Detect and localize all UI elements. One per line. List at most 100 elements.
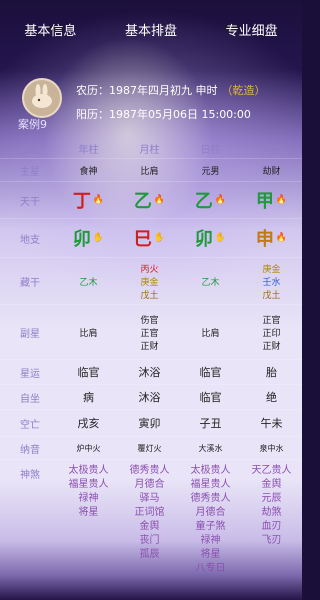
shensha-item: 福星贵人 bbox=[190, 479, 231, 490]
shensha-item: 飞刃 bbox=[261, 535, 282, 546]
dizhi-char: 申 🔥 bbox=[255, 229, 288, 250]
canggan-item: 戊土 bbox=[140, 290, 159, 301]
dizhi-cell: 卯 ✋ bbox=[180, 225, 241, 251]
row-label-date: 日期 bbox=[20, 144, 40, 156]
tiangan-char: 丁 🔥 bbox=[72, 191, 105, 212]
fire-icon: 🔥 bbox=[275, 233, 288, 243]
shensha-item: 驿马 bbox=[139, 493, 160, 504]
fuxing-cell: 比肩 bbox=[180, 326, 241, 339]
canggan-cell: 丙火 庚金 戊土 bbox=[119, 262, 180, 301]
nayin-cell: 大溪水 bbox=[198, 443, 223, 453]
shensha-cell: 太极贵人 福星贵人 禄神 将星 bbox=[58, 464, 119, 520]
xingyun-row: 星运 临官 沐浴 临官 胎 bbox=[0, 360, 302, 385]
canggan-item: 丙火 bbox=[140, 264, 159, 275]
dizhi-cell: 巳 ✋ bbox=[119, 225, 180, 251]
tiangan-cell: 乙 🔥 bbox=[180, 187, 241, 213]
tab-basic-chart[interactable]: 基本排盘 bbox=[119, 20, 183, 39]
dizhi-cell: 申 🔥 bbox=[241, 225, 302, 251]
column-hour: 时柱 bbox=[261, 144, 282, 156]
fuxing-cell: 正官 正印 正财 bbox=[241, 313, 302, 352]
kongwang-cell: 戌亥 bbox=[77, 417, 100, 430]
fuxing-item: 伤官 bbox=[140, 315, 159, 326]
zizuo-cell: 绝 bbox=[266, 391, 277, 404]
column-month: 月柱 bbox=[139, 144, 160, 156]
main-star-cell: 劫财 bbox=[262, 166, 281, 177]
column-day: 日柱 bbox=[200, 144, 221, 156]
main-star-row: 主星 食神 比肩 元男 劫财 bbox=[0, 159, 302, 182]
shensha-item: 将星 bbox=[78, 507, 99, 518]
avatar[interactable] bbox=[22, 78, 62, 118]
dizhi-row: 地支 卯 ✋ 巳 ✋ 卯 ✋ 申 🔥 bbox=[0, 219, 302, 258]
shensha-item: 福星贵人 bbox=[68, 479, 109, 490]
shensha-item: 劫煞 bbox=[261, 507, 282, 518]
shensha-item: 正词馆 bbox=[134, 507, 165, 518]
fire-icon: 🔥 bbox=[153, 195, 166, 205]
main-star-cell: 比肩 bbox=[140, 166, 159, 177]
nayin-cell: 覆灯火 bbox=[137, 443, 162, 453]
solar-date-line: 阳历：1987年05月06日 15:00:00 bbox=[76, 108, 251, 121]
tab-pro-chart[interactable]: 专业细盘 bbox=[220, 20, 284, 39]
dizhi-char: 巳 ✋ bbox=[133, 229, 166, 250]
fuxing-item: 正官 bbox=[140, 328, 159, 339]
shensha-item: 太极贵人 bbox=[190, 465, 231, 476]
tiangan-cell: 丁 🔥 bbox=[58, 187, 119, 213]
fuxing-item: 正官 bbox=[262, 315, 281, 326]
column-year: 年柱 bbox=[78, 144, 99, 156]
dizhi-char: 卯 ✋ bbox=[72, 229, 105, 250]
shensha-item: 血刃 bbox=[261, 521, 282, 532]
shensha-cell: 太极贵人 福星贵人 德秀贵人 月德合 童子煞 禄神 将星 八专日 bbox=[180, 464, 241, 576]
canggan-item: 乙木 bbox=[201, 277, 220, 288]
header-row: 日期 年柱 月柱 日柱 时柱 bbox=[0, 138, 302, 159]
shensha-item: 德秀贵人 bbox=[190, 493, 231, 504]
hand-icon: ✋ bbox=[214, 233, 227, 243]
fuxing-item: 正印 bbox=[262, 328, 281, 339]
row-label-main-star: 主星 bbox=[20, 166, 40, 178]
tab-basic-info[interactable]: 基本信息 bbox=[18, 20, 82, 39]
zizuo-cell: 临官 bbox=[199, 391, 222, 404]
fire-icon: 🔥 bbox=[275, 195, 288, 205]
shensha-item: 德秀贵人 bbox=[129, 465, 170, 476]
row-label-kongwang: 空亡 bbox=[20, 419, 40, 431]
kongwang-cell: 寅卯 bbox=[138, 417, 161, 430]
shensha-item: 太极贵人 bbox=[68, 465, 109, 476]
nayin-cell: 泉中水 bbox=[259, 443, 284, 453]
canggan-cell: 乙木 bbox=[180, 275, 241, 288]
shensha-cell: 德秀贵人 月德合 驿马 正词馆 金舆 丧门 孤辰 bbox=[119, 464, 180, 562]
case-label: 案例9 bbox=[18, 118, 47, 131]
case-header: 案例9 农历：1987年四月初九 申时 （乾造） 阳历：1987年05月06日 1… bbox=[0, 72, 302, 132]
row-label-nayin: 纳音 bbox=[20, 444, 40, 456]
fire-icon: 🔥 bbox=[92, 195, 105, 205]
canggan-cell: 乙木 bbox=[58, 275, 119, 288]
main-star-cell: 元男 bbox=[201, 166, 220, 177]
tiangan-char: 乙 🔥 bbox=[194, 191, 227, 212]
canggan-item: 壬水 bbox=[262, 277, 281, 288]
gender-tag: （乾造） bbox=[221, 84, 266, 97]
dizhi-cell: 卯 ✋ bbox=[58, 225, 119, 251]
shensha-item: 丧门 bbox=[139, 535, 160, 546]
fuxing-item: 比肩 bbox=[79, 328, 98, 339]
shensha-item: 将星 bbox=[200, 549, 221, 560]
kongwang-cell: 子丑 bbox=[199, 417, 222, 430]
fuxing-row: 副星 比肩 伤官 正官 正财 比肩 正官 正印 正财 bbox=[0, 305, 302, 360]
fuxing-cell: 伤官 正官 正财 bbox=[119, 313, 180, 352]
zizuo-cell: 病 bbox=[83, 391, 94, 404]
xingyun-cell: 临官 bbox=[199, 366, 222, 379]
shensha-item: 童子煞 bbox=[195, 521, 226, 532]
nayin-cell: 炉中火 bbox=[76, 443, 101, 453]
row-label-fuxing: 副星 bbox=[20, 328, 40, 340]
canggan-item: 庚金 bbox=[262, 264, 281, 275]
fuxing-item: 比肩 bbox=[201, 328, 220, 339]
canggan-item: 乙木 bbox=[79, 277, 98, 288]
shensha-item: 八专日 bbox=[195, 563, 226, 574]
fuxing-item: 正财 bbox=[262, 341, 281, 352]
row-label-shensha: 神煞 bbox=[20, 470, 40, 481]
canggan-cell: 庚金 壬水 戊土 bbox=[241, 262, 302, 301]
tiangan-row: 天干 丁 🔥 乙 🔥 乙 🔥 甲 🔥 bbox=[0, 182, 302, 219]
zizuo-row: 自坐 病 沐浴 临官 绝 bbox=[0, 385, 302, 410]
nayin-row: 纳音 炉中火 覆灯火 大溪水 泉中水 bbox=[0, 437, 302, 460]
top-tabs: 基本信息 基本排盘 专业细盘 bbox=[0, 0, 302, 58]
shensha-item: 禄神 bbox=[78, 493, 99, 504]
row-label-xingyun: 星运 bbox=[20, 368, 40, 380]
dizhi-char: 卯 ✋ bbox=[194, 229, 227, 250]
xingyun-cell: 胎 bbox=[266, 366, 277, 379]
